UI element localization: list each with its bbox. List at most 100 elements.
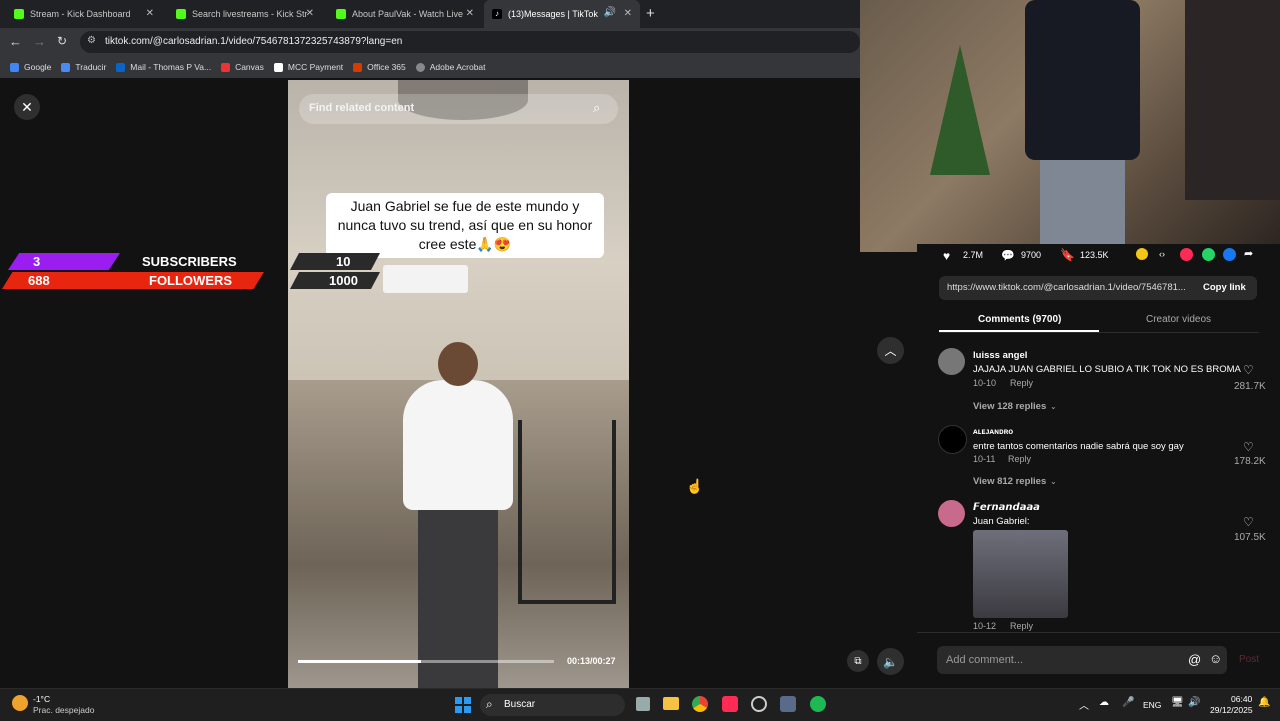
network-icon[interactable]: 🖥 xyxy=(1171,697,1184,708)
video-player[interactable]: Find related content ⌕ Juan Gabriel se f… xyxy=(288,80,629,688)
tab-kick-search[interactable]: Search livestreams - Kick Stream ✕ xyxy=(162,0,322,28)
chevron-up-icon[interactable]: ︿ xyxy=(1079,697,1089,712)
close-tab-icon[interactable]: ✕ xyxy=(306,8,314,19)
subs-goal: 10 xyxy=(336,254,351,269)
start-button[interactable] xyxy=(455,697,471,713)
clock-time[interactable]: 06:40 xyxy=(1231,694,1252,704)
heart-outline-icon[interactable]: ♡ xyxy=(1243,515,1254,529)
send-icon[interactable] xyxy=(1180,248,1193,261)
embed-icon[interactable]: ‹› xyxy=(1159,249,1165,259)
mention-icon[interactable]: @ xyxy=(1188,652,1201,667)
weather-temp: -1°C xyxy=(33,694,51,704)
comment-username[interactable]: 𝙁𝙚𝙧𝙣𝙖𝙣𝙙𝙖𝙖𝙖 xyxy=(973,502,1040,513)
site-info-icon[interactable]: ⚙ xyxy=(87,35,96,46)
tab-creator-videos[interactable]: Creator videos xyxy=(1146,314,1211,325)
comment-date: 10-11 xyxy=(973,454,996,464)
clock-date[interactable]: 29/12/2025 xyxy=(1210,705,1253,715)
avatar[interactable] xyxy=(938,425,967,454)
language-indicator[interactable]: ENG xyxy=(1143,700,1161,710)
reload-icon[interactable]: ↻ xyxy=(57,34,67,48)
comment-item: ᴀʟᴇᴊᴀɴᴅʀᴏ entre tantos comentarios nadie… xyxy=(938,425,1278,495)
avatar[interactable] xyxy=(938,500,965,527)
reply-button[interactable]: Reply xyxy=(1010,621,1033,631)
notification-icon[interactable]: 🔔 xyxy=(1258,697,1270,708)
comments-count: 9700 xyxy=(1021,250,1042,260)
subs-goal-bar xyxy=(290,253,380,270)
reply-button[interactable]: Reply xyxy=(1010,378,1033,388)
bookmark-google[interactable]: Google xyxy=(10,62,51,72)
task-view-icon[interactable] xyxy=(636,697,650,711)
volume-button[interactable]: 🔈 xyxy=(877,648,904,675)
mcc-icon xyxy=(273,62,283,72)
bookmark-mail[interactable]: Mail - Thomas P Va... xyxy=(116,62,211,72)
divider xyxy=(917,632,1280,633)
bookmark-label: Adobe Acrobat xyxy=(429,62,486,72)
comment-icon[interactable]: 💬 xyxy=(1001,249,1015,262)
view-replies-button[interactable]: View 812 replies xyxy=(973,476,1046,487)
close-tab-icon[interactable]: ✕ xyxy=(466,8,474,19)
search-icon[interactable]: ⌕ xyxy=(593,100,600,116)
active-tab-indicator xyxy=(939,330,1099,332)
tab-comments[interactable]: Comments (9700) xyxy=(978,314,1061,325)
close-tab-icon[interactable]: ✕ xyxy=(146,8,154,19)
taskbar-search[interactable]: ⌕ Buscar xyxy=(480,694,625,716)
app-icon[interactable] xyxy=(780,696,796,712)
obs-icon[interactable] xyxy=(751,696,767,712)
file-explorer-icon[interactable] xyxy=(663,697,679,710)
progress-track[interactable] xyxy=(298,660,554,663)
spotify-icon[interactable] xyxy=(810,696,826,712)
related-search[interactable]: Find related content ⌕ xyxy=(299,94,618,124)
post-button[interactable]: Post xyxy=(1239,654,1259,665)
comment-item: 𝙁𝙚𝙧𝙣𝙖𝙣𝙙𝙖𝙖𝙖 Juan Gabriel: 10-12 Reply ♡ 1… xyxy=(938,500,1278,631)
forward-icon[interactable]: → xyxy=(33,34,46,49)
toolbar: ← → ↻ ⚙ tiktok.com/@carlosadrian.1/video… xyxy=(0,28,860,56)
facebook-icon[interactable] xyxy=(1223,248,1236,261)
bookmark-canvas[interactable]: Canvas xyxy=(221,62,264,72)
coin-icon[interactable] xyxy=(1136,248,1148,260)
tiktok-app-icon[interactable] xyxy=(722,696,738,712)
comment-image[interactable] xyxy=(973,530,1068,618)
comment-date: 10-12 xyxy=(973,621,997,631)
bookmark-icon[interactable]: 🔖 xyxy=(1060,248,1075,262)
tab-strip: Stream - Kick Dashboard ✕ Search livestr… xyxy=(0,0,860,28)
tab-tiktok-messages[interactable]: ♪ (13)Messages | TikTok 🔊 ✕ xyxy=(484,0,640,28)
chevron-up-icon: ︿ xyxy=(884,344,897,358)
previous-video-button[interactable]: ︿ xyxy=(877,337,904,364)
chrome-icon[interactable] xyxy=(692,696,708,712)
heart-outline-icon[interactable]: ♡ xyxy=(1243,440,1254,454)
close-tab-icon[interactable]: ✕ xyxy=(624,8,632,19)
emoji-icon[interactable]: ☺ xyxy=(1209,651,1222,666)
tab-kick-dashboard[interactable]: Stream - Kick Dashboard ✕ xyxy=(0,0,162,28)
back-icon[interactable]: ← xyxy=(9,34,22,49)
comment-input[interactable]: Add comment... @ ☺ xyxy=(937,646,1227,674)
pip-button[interactable]: ⧉ xyxy=(847,650,869,672)
heart-icon[interactable]: ♥ xyxy=(943,249,950,263)
new-tab-button[interactable]: + xyxy=(646,5,655,22)
tab-paulvak[interactable]: About PaulVak - Watch Live on ✕ xyxy=(322,0,482,28)
microphone-icon[interactable]: 🎤 xyxy=(1122,697,1134,708)
bookmark-office[interactable]: Office 365 xyxy=(353,62,406,72)
comment-text: JAJAJA JUAN GABRIEL LO SUBIO A TIK TOK N… xyxy=(973,364,1241,375)
bookmark-acrobat[interactable]: Adobe Acrobat xyxy=(415,62,486,72)
weather-icon[interactable] xyxy=(12,695,28,711)
subs-bar xyxy=(8,253,120,270)
audio-playing-icon[interactable]: 🔊 xyxy=(604,7,616,18)
heart-outline-icon[interactable]: ♡ xyxy=(1243,363,1254,377)
copy-link-button[interactable]: Copy link xyxy=(1203,282,1246,293)
comment-likes: 178.2K xyxy=(1234,456,1266,467)
speaker-icon[interactable]: 🔊 xyxy=(1188,697,1200,708)
comment-username[interactable]: luisss angel xyxy=(973,350,1027,361)
bookmark-label: MCC Payment xyxy=(287,62,344,72)
view-replies-button[interactable]: View 128 replies xyxy=(973,401,1046,412)
bookmark-traducir[interactable]: Traducir xyxy=(61,62,106,72)
avatar[interactable] xyxy=(938,348,965,375)
url-bar[interactable]: ⚙ tiktok.com/@carlosadrian.1/video/75467… xyxy=(80,31,860,53)
share-icon[interactable]: ➦ xyxy=(1244,247,1253,260)
cloud-icon[interactable]: ☁ xyxy=(1099,697,1109,708)
reply-button[interactable]: Reply xyxy=(1008,454,1031,464)
close-video-button[interactable]: ✕ xyxy=(14,94,40,120)
tiktok-icon: ♪ xyxy=(492,9,502,19)
whatsapp-icon[interactable] xyxy=(1202,248,1215,261)
comment-username[interactable]: ᴀʟᴇᴊᴀɴᴅʀᴏ xyxy=(973,427,1013,436)
bookmark-mcc[interactable]: MCC Payment xyxy=(273,62,344,72)
